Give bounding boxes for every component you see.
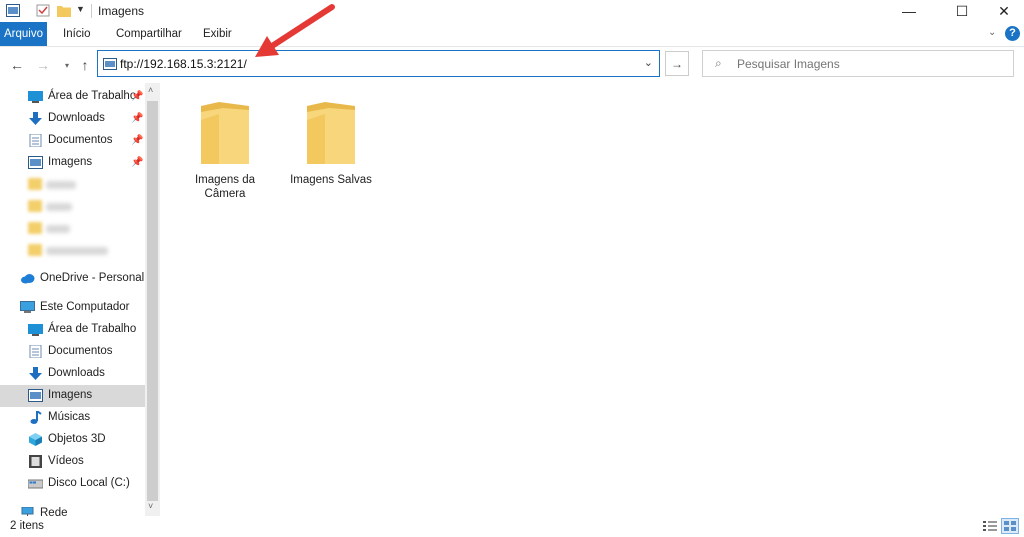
sidebar-item-label: Imagens [48, 389, 93, 401]
computer-icon [20, 301, 35, 313]
music-icon [30, 411, 42, 424]
details-view-icon[interactable] [982, 519, 998, 533]
up-arrow-icon[interactable]: ↑ [76, 56, 94, 74]
ribbon-tabs: Arquivo Início Compartilhar Exibir ⌄ ? [0, 22, 1024, 47]
sidebar-item-pc-disco-local[interactable]: Disco Local (C:) [0, 473, 145, 495]
sidebar-item-label: Este Computador [40, 301, 130, 313]
tab-compartilhar[interactable]: Compartilhar [116, 22, 182, 46]
tab-arquivo[interactable]: Arquivo [0, 22, 47, 46]
scroll-down-chevron-icon[interactable]: ˅ [148, 501, 153, 511]
folder-label: Imagens da Câmera [194, 174, 256, 200]
ribbon-expand-chevron-icon[interactable]: ⌄ [988, 27, 996, 38]
sidebar-item-label: Imagens [48, 156, 93, 168]
address-text[interactable]: ftp://192.168.15.3:2121/ [120, 57, 247, 71]
scroll-up-chevron-icon[interactable]: ˄ [148, 85, 153, 95]
customize-chevron-icon[interactable]: ▼ [76, 4, 90, 17]
maximize-button[interactable]: ☐ [939, 0, 985, 22]
sidebar-item-pc-objetos-3d[interactable]: Objetos 3D [0, 429, 145, 451]
drive-icon [28, 479, 43, 489]
sidebar-item-pc-downloads[interactable]: Downloads [0, 363, 145, 385]
search-icon: ⌕ [715, 56, 722, 70]
scrollbar-thumb[interactable] [147, 101, 158, 501]
address-bar[interactable]: ftp://192.168.15.3:2121/ ⌄ [97, 50, 660, 77]
sidebar-item-documentos[interactable]: Documentos 📌 [0, 130, 145, 152]
go-arrow-icon[interactable]: → [665, 51, 689, 76]
sidebar-item-label: OneDrive - Personal [40, 272, 145, 284]
large-icons-view-icon[interactable] [1001, 518, 1019, 534]
sidebar-item-label: Objetos 3D [48, 433, 106, 445]
pictures-icon [28, 156, 43, 169]
address-dropdown-chevron-icon[interactable]: ⌄ [644, 56, 653, 69]
pictures-icon[interactable] [6, 4, 20, 17]
search-input[interactable] [737, 57, 987, 71]
sidebar-item-pc-musicas[interactable]: Músicas [0, 407, 145, 429]
sidebar-item-pc-area-de-trabalho[interactable]: Área de Trabalho [0, 319, 145, 341]
minimize-button[interactable]: — [886, 0, 932, 22]
pin-icon[interactable]: 📌 [131, 91, 143, 102]
desktop-icon [28, 324, 43, 336]
document-icon [29, 134, 42, 147]
item-count: 2 itens [10, 520, 44, 532]
title-bar: ▼ Imagens — ☐ ✕ [0, 0, 1024, 22]
sidebar-item-rede[interactable]: Rede [0, 503, 145, 516]
sidebar-item-pc-videos[interactable]: Vídeos [0, 451, 145, 473]
network-icon [21, 507, 34, 516]
folder-icon [201, 102, 249, 164]
folder-item[interactable]: Imagens Salvas [286, 100, 376, 187]
sidebar-item-area-de-trabalho[interactable]: Área de Trabalho 📌 [0, 86, 145, 108]
window-title: Imagens [98, 4, 145, 18]
cube-icon [29, 433, 42, 446]
video-icon [29, 455, 42, 468]
folder-item[interactable]: Imagens da Câmera [180, 100, 270, 201]
sidebar-item-downloads[interactable]: Downloads 📌 [0, 108, 145, 130]
sidebar-item-label: Rede [40, 507, 68, 516]
sidebar-item-label: Área de Trabalho [48, 323, 137, 335]
sidebar-item-onedrive[interactable]: OneDrive - Personal [0, 268, 145, 290]
sidebar-item-label: Documentos [48, 134, 113, 146]
sidebar-item-label: Músicas [48, 411, 91, 423]
close-button[interactable]: ✕ [981, 0, 1024, 22]
search-box[interactable]: ⌕ [702, 50, 1014, 77]
sidebar-item-label: Área de Trabalho [48, 90, 137, 102]
new-folder-icon[interactable] [57, 4, 71, 17]
forward-arrow-icon[interactable]: → [34, 56, 52, 74]
recent-locations-chevron-icon[interactable]: ▾ [58, 56, 76, 74]
back-arrow-icon[interactable]: ← [8, 56, 26, 74]
properties-icon[interactable] [36, 4, 50, 17]
help-button[interactable]: ? [1005, 26, 1020, 41]
navigation-bar: ← → ▾ ↑ ftp://192.168.15.3:2121/ ⌄ → ⌕ [0, 47, 1024, 83]
sidebar-item-label: Documentos [48, 345, 113, 357]
sidebar-item-label: Disco Local (C:) [48, 477, 130, 489]
annotation-arrow-icon [255, 4, 335, 57]
sidebar-item-este-computador[interactable]: Este Computador [0, 297, 145, 319]
pin-icon[interactable]: 📌 [131, 157, 143, 168]
pin-icon[interactable]: 📌 [131, 113, 143, 124]
sidebar-item-pc-documentos[interactable]: Documentos [0, 341, 145, 363]
status-bar: 2 itens [0, 516, 1024, 537]
navigation-pane: Área de Trabalho 📌 Downloads 📌 Documento… [0, 83, 160, 516]
cloud-icon [21, 274, 35, 284]
sidebar-item-label: Downloads [48, 112, 105, 124]
pictures-icon [103, 58, 117, 70]
folder-icon [307, 102, 355, 164]
tab-inicio[interactable]: Início [63, 22, 91, 46]
pin-icon[interactable]: 📌 [131, 135, 143, 146]
document-icon [29, 345, 42, 358]
pictures-icon [28, 389, 43, 402]
download-icon [29, 367, 42, 380]
desktop-icon [28, 91, 43, 103]
sidebar-scrollbar[interactable]: ˄ ˅ [145, 83, 160, 516]
folder-label: Imagens Salvas [290, 174, 372, 186]
download-icon [29, 112, 42, 125]
tab-exibir[interactable]: Exibir [203, 22, 232, 46]
sidebar-item-label: Vídeos [48, 455, 84, 467]
sidebar-item-imagens[interactable]: Imagens 📌 [0, 152, 145, 174]
sidebar-item-label: Downloads [48, 367, 105, 379]
title-divider [91, 4, 92, 18]
sidebar-item-pc-imagens[interactable]: Imagens [0, 385, 145, 407]
